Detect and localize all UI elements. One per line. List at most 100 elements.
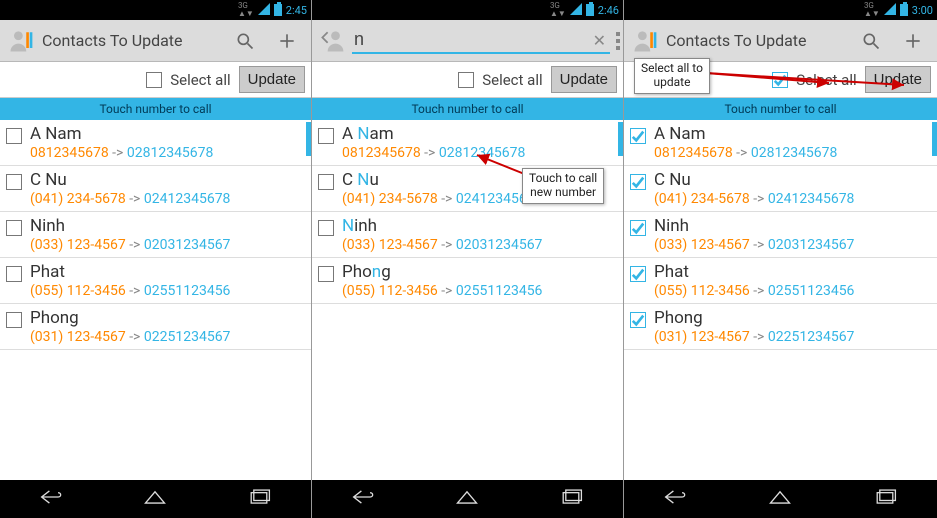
old-number[interactable]: (055) 112-3456 [342, 283, 438, 299]
new-number[interactable]: 02251234567 [768, 329, 855, 345]
contact-checkbox[interactable] [630, 266, 646, 282]
contact-row[interactable]: C Nu (041) 234-5678 -> 02412345678 [624, 166, 937, 212]
contact-numbers[interactable]: (055) 112-3456 -> 02551123456 [30, 283, 305, 299]
contact-row[interactable]: Phat (055) 112-3456 -> 02551123456 [624, 258, 937, 304]
search-icon[interactable] [227, 23, 263, 59]
contact-numbers[interactable]: 0812345678 -> 02812345678 [342, 145, 617, 161]
new-number[interactable]: 02812345678 [439, 145, 526, 161]
old-number[interactable]: 0812345678 [30, 145, 109, 161]
old-number[interactable]: (055) 112-3456 [654, 283, 750, 299]
old-number[interactable]: 0812345678 [654, 145, 733, 161]
contact-row[interactable]: Phat (055) 112-3456 -> 02551123456 [0, 258, 311, 304]
contact-numbers[interactable]: (031) 123-4567 -> 02251234567 [654, 329, 931, 345]
home-nav-icon[interactable] [142, 487, 168, 511]
contact-numbers[interactable]: (055) 112-3456 -> 02551123456 [342, 283, 617, 299]
new-number[interactable]: 02812345678 [751, 145, 838, 161]
contact-numbers[interactable]: (041) 234-5678 -> 02412345678 [30, 191, 305, 207]
contact-row[interactable]: A Nam 0812345678 -> 02812345678 [312, 120, 623, 166]
contact-checkbox[interactable] [6, 266, 22, 282]
contact-numbers[interactable]: (041) 234-5678 -> 02412345678 [654, 191, 931, 207]
old-number[interactable]: (041) 234-5678 [654, 191, 750, 207]
back-nav-icon[interactable] [663, 487, 689, 511]
old-number[interactable]: (031) 123-4567 [654, 329, 750, 345]
contact-checkbox[interactable] [630, 128, 646, 144]
old-number[interactable]: (033) 123-4567 [342, 237, 438, 253]
action-bar: Contacts To Update [0, 20, 311, 62]
app-icon[interactable] [630, 26, 660, 56]
contact-numbers[interactable]: 0812345678 -> 02812345678 [654, 145, 931, 161]
contact-list[interactable]: A Nam 0812345678 -> 02812345678 C Nu (04… [624, 120, 937, 480]
recents-nav-icon[interactable] [246, 487, 272, 511]
select-all-checkbox[interactable] [772, 72, 788, 88]
search-input[interactable] [352, 27, 610, 54]
select-all-checkbox[interactable] [458, 72, 474, 88]
contact-numbers[interactable]: (055) 112-3456 -> 02551123456 [654, 283, 931, 299]
new-number[interactable]: 02551123456 [768, 283, 855, 299]
new-number[interactable]: 02412345678 [768, 191, 855, 207]
contact-checkbox[interactable] [630, 174, 646, 190]
select-all-checkbox[interactable] [146, 72, 162, 88]
old-number[interactable]: 0812345678 [342, 145, 421, 161]
new-number[interactable]: 02551123456 [456, 283, 543, 299]
clear-search-icon[interactable]: ✕ [593, 31, 606, 50]
contact-row[interactable]: C Nu (041) 234-5678 -> 02412345678 [0, 166, 311, 212]
new-number[interactable]: 02251234567 [144, 329, 231, 345]
contact-checkbox[interactable] [6, 128, 22, 144]
contact-checkbox[interactable] [6, 312, 22, 328]
recents-nav-icon[interactable] [558, 487, 584, 511]
contact-checkbox[interactable] [318, 266, 334, 282]
contact-row[interactable]: A Nam 0812345678 -> 02812345678 [0, 120, 311, 166]
contact-row[interactable]: Ninh (033) 123-4567 -> 02031234567 [624, 212, 937, 258]
select-all-label: Select all [482, 71, 542, 89]
contact-checkbox[interactable] [318, 128, 334, 144]
new-number[interactable]: 02551123456 [144, 283, 231, 299]
contact-checkbox[interactable] [318, 220, 334, 236]
new-number[interactable]: 02031234567 [768, 237, 855, 253]
old-number[interactable]: (041) 234-5678 [342, 191, 438, 207]
contact-checkbox[interactable] [6, 174, 22, 190]
contact-numbers[interactable]: (033) 123-4567 -> 02031234567 [30, 237, 305, 253]
contact-numbers[interactable]: (033) 123-4567 -> 02031234567 [654, 237, 931, 253]
old-number[interactable]: (033) 123-4567 [30, 237, 126, 253]
contact-numbers[interactable]: (033) 123-4567 -> 02031234567 [342, 237, 617, 253]
contact-checkbox[interactable] [630, 220, 646, 236]
new-number[interactable]: 02812345678 [127, 145, 214, 161]
new-number[interactable]: 02031234567 [456, 237, 543, 253]
update-button[interactable]: Update [865, 66, 931, 93]
old-number[interactable]: (041) 234-5678 [30, 191, 126, 207]
contact-row[interactable]: Phong (055) 112-3456 -> 02551123456 [312, 258, 623, 304]
new-number[interactable]: 02031234567 [144, 237, 231, 253]
contact-row[interactable]: Phong (031) 123-4567 -> 02251234567 [624, 304, 937, 350]
home-nav-icon[interactable] [767, 487, 793, 511]
arrow-icon: -> [441, 283, 452, 299]
overflow-menu-icon[interactable] [616, 23, 620, 59]
home-nav-icon[interactable] [454, 487, 480, 511]
search-icon[interactable] [853, 23, 889, 59]
old-number[interactable]: (031) 123-4567 [30, 329, 126, 345]
recents-nav-icon[interactable] [872, 487, 898, 511]
contact-row[interactable]: Ninh (033) 123-4567 -> 02031234567 [312, 212, 623, 258]
contact-row[interactable]: A Nam 0812345678 -> 02812345678 [624, 120, 937, 166]
arrow-icon: -> [424, 145, 435, 161]
back-nav-icon[interactable] [351, 487, 377, 511]
contact-row[interactable]: Ninh (033) 123-4567 -> 02031234567 [0, 212, 311, 258]
collapse-search-icon[interactable] [318, 26, 346, 56]
add-icon[interactable] [895, 23, 931, 59]
contact-list[interactable]: A Nam 0812345678 -> 02812345678 C Nu (04… [0, 120, 311, 480]
add-icon[interactable] [269, 23, 305, 59]
new-number[interactable]: 02412345678 [144, 191, 231, 207]
contact-name: Phat [654, 262, 931, 282]
app-icon[interactable] [6, 26, 36, 56]
old-number[interactable]: (055) 112-3456 [30, 283, 126, 299]
back-nav-icon[interactable] [39, 487, 65, 511]
contact-numbers[interactable]: (031) 123-4567 -> 02251234567 [30, 329, 305, 345]
contact-numbers[interactable]: 0812345678 -> 02812345678 [30, 145, 305, 161]
contact-checkbox[interactable] [6, 220, 22, 236]
contact-checkbox[interactable] [318, 174, 334, 190]
contact-checkbox[interactable] [630, 312, 646, 328]
old-number[interactable]: (033) 123-4567 [654, 237, 750, 253]
update-button[interactable]: Update [239, 66, 305, 93]
update-button[interactable]: Update [551, 66, 617, 93]
contact-row[interactable]: Phong (031) 123-4567 -> 02251234567 [0, 304, 311, 350]
arrow-icon: -> [129, 237, 140, 253]
